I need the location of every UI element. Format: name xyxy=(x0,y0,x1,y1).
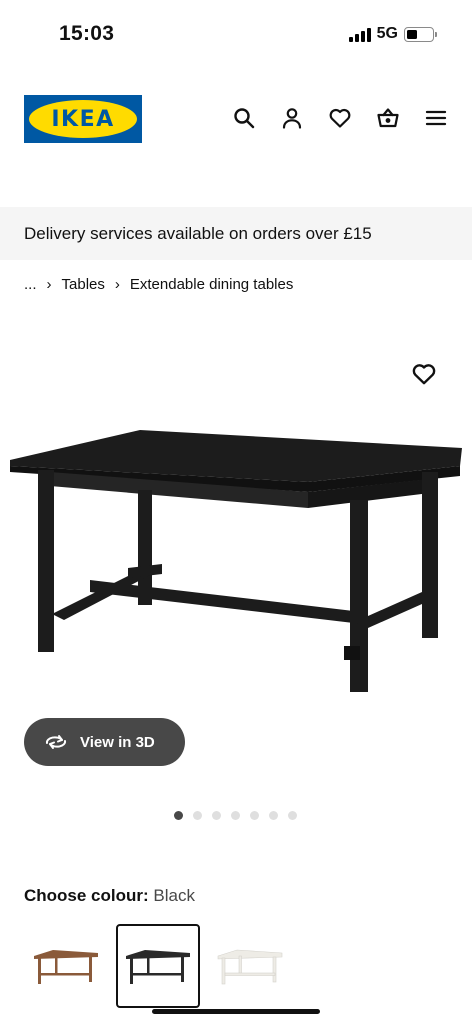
banner-text: Delivery services available on orders ov… xyxy=(24,223,372,243)
search-icon[interactable] xyxy=(232,106,256,130)
table-thumbnail-white xyxy=(217,949,283,985)
logo-text: IKEA xyxy=(51,106,115,132)
carousel-dot[interactable] xyxy=(269,811,278,820)
breadcrumb-tables[interactable]: Tables xyxy=(62,276,105,293)
colour-label: Choose colour: xyxy=(24,886,149,905)
status-bar: 15:03 5G xyxy=(0,0,472,70)
image-carousel-dots xyxy=(174,811,297,820)
network-label: 5G xyxy=(376,25,398,42)
favourite-heart-icon[interactable] xyxy=(411,361,437,387)
battery-icon xyxy=(404,26,437,42)
menu-icon[interactable] xyxy=(424,106,448,130)
breadcrumb-ellipsis[interactable]: ... xyxy=(24,276,37,293)
product-image[interactable] xyxy=(8,420,466,700)
signal-icon xyxy=(348,27,371,42)
carousel-dot[interactable] xyxy=(174,811,183,820)
colour-option-black[interactable] xyxy=(116,924,200,1008)
header-nav xyxy=(232,106,448,130)
logo-oval: IKEA xyxy=(29,100,137,138)
colour-selector-heading: Choose colour: Black xyxy=(24,886,195,906)
colour-swatches xyxy=(24,924,292,1008)
chevron-right-icon: › xyxy=(46,276,52,293)
table-thumbnail-black xyxy=(126,950,190,984)
colour-option-brown[interactable] xyxy=(24,924,108,1008)
delivery-banner[interactable]: Delivery services available on orders ov… xyxy=(0,207,472,260)
carousel-dot[interactable] xyxy=(193,811,202,820)
ikea-logo[interactable]: IKEA xyxy=(24,95,142,143)
status-indicators: 5G xyxy=(348,25,437,43)
colour-option-white[interactable] xyxy=(208,924,292,1008)
account-icon[interactable] xyxy=(280,106,304,130)
rotate-3d-icon xyxy=(45,735,67,749)
carousel-dot[interactable] xyxy=(212,811,221,820)
heart-icon[interactable] xyxy=(328,106,352,130)
carousel-dot[interactable] xyxy=(250,811,259,820)
status-time: 15:03 xyxy=(59,22,115,45)
basket-icon[interactable] xyxy=(376,106,400,130)
breadcrumb: ... › Tables › Extendable dining tables xyxy=(24,276,293,293)
breadcrumb-extendable-dining-tables[interactable]: Extendable dining tables xyxy=(130,276,293,293)
view-in-3d-label: View in 3D xyxy=(80,733,155,751)
colour-value: Black xyxy=(153,886,195,905)
chevron-right-icon: › xyxy=(114,276,120,293)
home-indicator[interactable] xyxy=(152,1009,320,1014)
carousel-dot[interactable] xyxy=(231,811,240,820)
carousel-dot[interactable] xyxy=(288,811,297,820)
view-in-3d-button[interactable]: View in 3D xyxy=(24,718,185,766)
site-header: IKEA xyxy=(0,94,472,146)
table-thumbnail-brown xyxy=(34,950,98,984)
